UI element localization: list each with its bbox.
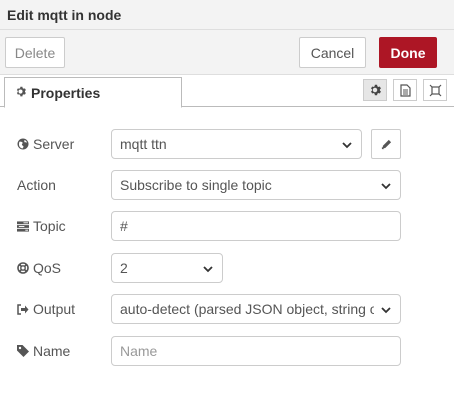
topic-label: Topic: [17, 211, 66, 241]
qos-label: QoS: [17, 253, 61, 283]
server-label: Server: [17, 129, 74, 159]
dialog-title: Edit mqtt in node: [0, 0, 454, 30]
done-button[interactable]: Done: [379, 37, 437, 68]
chevron-down-icon: [203, 266, 213, 273]
gear-icon: [15, 86, 26, 100]
name-label: Name: [17, 336, 70, 366]
tag-icon: [17, 345, 29, 357]
chevron-down-icon: [381, 183, 391, 190]
edit-server-button[interactable]: [371, 129, 401, 159]
gear-icon[interactable]: [363, 79, 387, 101]
server-row: Server mqtt ttn: [0, 129, 454, 159]
tab-properties[interactable]: Properties: [4, 77, 182, 108]
frame-icon[interactable]: [423, 79, 447, 101]
chevron-down-icon: [381, 307, 391, 314]
qos-row: QoS 2: [0, 253, 454, 283]
properties-form: Server mqtt ttn Action Subscribe to sing…: [0, 107, 454, 416]
tab-label: Properties: [31, 84, 101, 101]
tasks-icon: [17, 220, 29, 232]
name-input[interactable]: Name: [111, 336, 401, 366]
action-bar: Delete Cancel Done: [0, 30, 454, 75]
life-ring-icon: [17, 262, 29, 274]
delete-button[interactable]: Delete: [5, 37, 65, 68]
qos-select[interactable]: 2: [111, 253, 223, 283]
topic-row: Topic #: [0, 211, 454, 241]
chevron-down-icon: [342, 142, 352, 149]
action-select[interactable]: Subscribe to single topic: [111, 170, 401, 200]
topic-input[interactable]: #: [111, 211, 401, 241]
pencil-icon: [381, 139, 391, 149]
document-icon[interactable]: [393, 79, 417, 101]
sign-out-icon: [17, 303, 29, 315]
server-select[interactable]: mqtt ttn: [111, 129, 362, 159]
output-label: Output: [17, 294, 75, 324]
globe-icon: [17, 138, 29, 150]
tab-tools: [357, 79, 447, 101]
action-row: Action Subscribe to single topic: [0, 170, 454, 200]
tab-bar: Properties: [0, 75, 454, 108]
name-row: Name Name: [0, 336, 454, 366]
cancel-button[interactable]: Cancel: [299, 37, 366, 68]
output-row: Output auto-detect (parsed JSON object, …: [0, 294, 454, 324]
action-label: Action: [17, 177, 56, 193]
output-select[interactable]: auto-detect (parsed JSON object, string …: [111, 294, 401, 324]
